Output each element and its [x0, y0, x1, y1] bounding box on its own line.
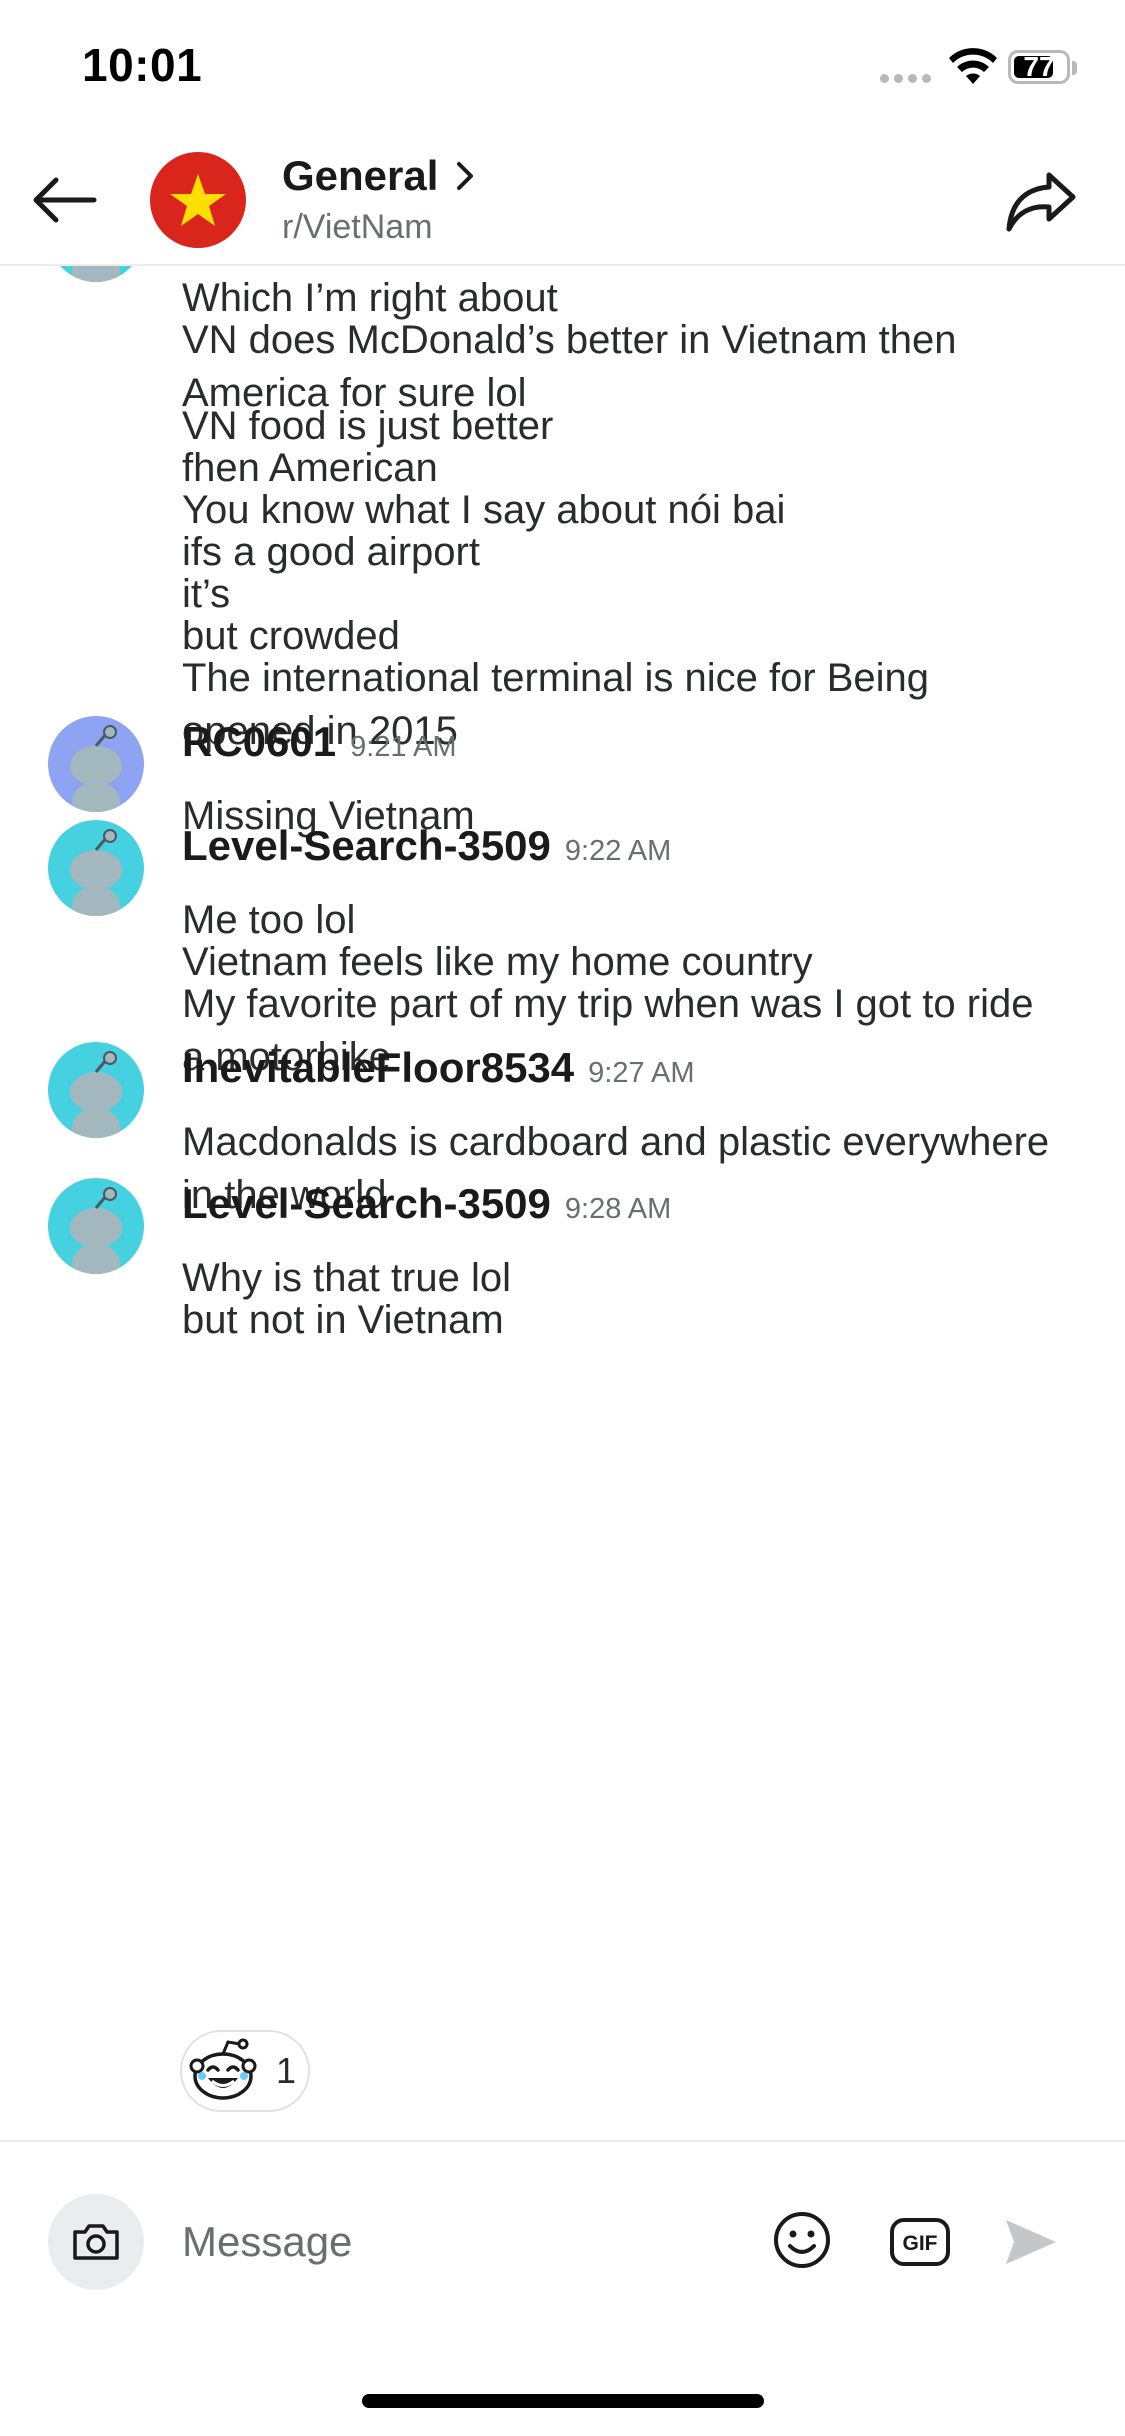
username[interactable]: Level-Search-3509 — [182, 1180, 551, 1228]
gif-label: GIF — [903, 2232, 938, 2255]
snoo-avatar-icon — [48, 1042, 144, 1138]
chevron-right-icon — [457, 162, 474, 190]
star-icon — [170, 174, 226, 226]
timestamp: 9:22 AM — [564, 835, 672, 867]
reaction-chip[interactable]: 1 — [180, 2030, 310, 2112]
message-header: Level-Search-3509 9:28 AM — [182, 1180, 671, 1228]
emoji-button[interactable] — [770, 2208, 834, 2272]
subreddit-name[interactable]: r/VietNam — [282, 208, 433, 247]
status-bar: 10:01 77 — [0, 0, 1125, 140]
battery-percent: 77 — [1023, 51, 1055, 82]
timestamp: 9:28 AM — [564, 1193, 672, 1225]
community-avatar[interactable] — [150, 152, 246, 248]
share-arrow-icon — [1006, 172, 1076, 232]
username[interactable]: InevitableFloor8534 — [182, 1044, 574, 1092]
send-button[interactable] — [998, 2212, 1062, 2272]
gif-icon: GIF — [890, 2218, 950, 2266]
battery-icon: 77 — [1008, 50, 1070, 84]
message-header: Level-Search-3509 9:22 AM — [182, 822, 671, 870]
message-header: InevitableFloor8534 9:27 AM — [182, 1044, 695, 1092]
timestamp: 9:21 AM — [350, 731, 457, 763]
user-avatar[interactable] — [48, 266, 144, 282]
user-avatar[interactable] — [48, 1042, 144, 1138]
cellular-signal-icon — [880, 74, 931, 83]
username[interactable]: RC0601 — [182, 718, 336, 766]
snoo-avatar-icon — [48, 820, 144, 916]
wifi-icon — [949, 48, 997, 84]
user-avatar[interactable] — [48, 820, 144, 916]
back-button[interactable] — [24, 160, 104, 240]
smiley-icon — [774, 2212, 830, 2268]
snoo-avatar-icon — [48, 266, 144, 282]
camera-icon — [73, 2224, 119, 2260]
back-arrow-icon — [33, 177, 97, 223]
home-indicator — [362, 2394, 764, 2408]
message-input[interactable] — [182, 2206, 742, 2278]
snoo-avatar-icon — [48, 716, 144, 812]
send-icon — [1006, 2220, 1056, 2264]
laughing-snoo-icon — [189, 2038, 257, 2100]
channel-name: General — [282, 152, 439, 199]
status-time: 10:01 — [82, 39, 203, 91]
gif-button[interactable]: GIF — [888, 2214, 952, 2270]
message-list[interactable]: They have really good Coca Cola at McDon… — [0, 266, 1125, 2140]
timestamp: 9:27 AM — [588, 1057, 695, 1089]
battery-tip — [1072, 61, 1077, 75]
channel-title[interactable]: General — [282, 152, 474, 200]
message-header: RC0601 9:21 AM — [182, 718, 457, 766]
user-avatar[interactable] — [48, 716, 144, 812]
chat-header: General r/VietNam — [0, 140, 1125, 266]
user-avatar[interactable] — [48, 1178, 144, 1274]
message-composer: GIF — [0, 2140, 1125, 2342]
reaction-count: 1 — [276, 2050, 297, 2091]
share-button[interactable] — [996, 160, 1086, 244]
camera-button[interactable] — [48, 2194, 144, 2290]
snoo-avatar-icon — [48, 1178, 144, 1274]
username[interactable]: Level-Search-3509 — [182, 822, 551, 870]
message-text[interactable]: but not in Vietnam — [182, 1294, 1062, 1347]
